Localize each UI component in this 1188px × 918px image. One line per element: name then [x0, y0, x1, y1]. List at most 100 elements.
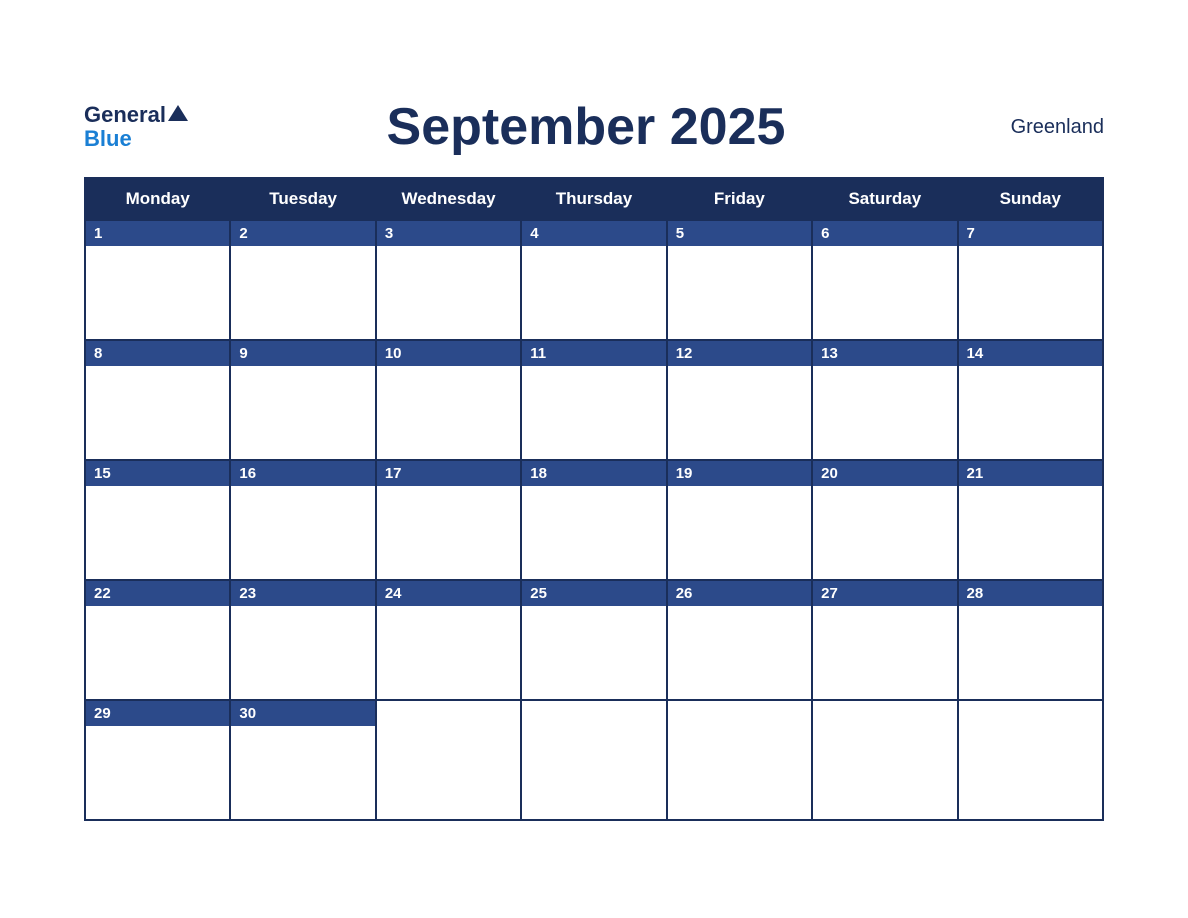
date-number: 1 — [86, 221, 229, 246]
calendar-cell[interactable]: 25 — [521, 580, 666, 700]
calendar-cell[interactable]: 1 — [85, 220, 230, 340]
calendar-cell[interactable]: 10 — [376, 340, 521, 460]
date-content — [959, 366, 1102, 456]
calendar-cell[interactable]: 9 — [230, 340, 375, 460]
date-content — [668, 366, 811, 456]
date-content — [668, 246, 811, 336]
calendar-cell[interactable]: 14 — [958, 340, 1103, 460]
date-number: 12 — [668, 341, 811, 366]
date-content — [959, 606, 1102, 696]
date-number: 28 — [959, 581, 1102, 606]
date-number: 11 — [522, 341, 665, 366]
date-content — [231, 726, 374, 816]
calendar-cell[interactable]: 27 — [812, 580, 957, 700]
page-title: September 2025 — [188, 97, 984, 157]
date-content — [668, 486, 811, 576]
date-number: 5 — [668, 221, 811, 246]
date-number: 19 — [668, 461, 811, 486]
header-monday: Monday — [85, 178, 230, 220]
page-header: General Blue September 2025 Greenland — [84, 97, 1104, 157]
calendar-cell[interactable]: 15 — [85, 460, 230, 580]
date-content — [377, 366, 520, 456]
calendar-cell[interactable]: 20 — [812, 460, 957, 580]
date-number: 14 — [959, 341, 1102, 366]
date-number: 10 — [377, 341, 520, 366]
date-number: 20 — [813, 461, 956, 486]
calendar-cell[interactable]: 0 — [376, 700, 521, 820]
date-content — [86, 726, 229, 816]
date-number: 4 — [522, 221, 665, 246]
date-number: 25 — [522, 581, 665, 606]
calendar-cell[interactable]: 13 — [812, 340, 957, 460]
date-number: 8 — [86, 341, 229, 366]
date-content — [813, 486, 956, 576]
date-number: 21 — [959, 461, 1102, 486]
week-row-5: 29 30 00000 — [85, 700, 1103, 820]
date-number: 6 — [813, 221, 956, 246]
header-wednesday: Wednesday — [376, 178, 521, 220]
date-content — [377, 246, 520, 336]
calendar-cell[interactable]: 4 — [521, 220, 666, 340]
logo-blue-text: Blue — [84, 127, 132, 151]
logo-triangle-icon — [168, 105, 188, 121]
date-content — [668, 606, 811, 696]
date-number: 24 — [377, 581, 520, 606]
date-content — [522, 606, 665, 696]
calendar-cell[interactable]: 16 — [230, 460, 375, 580]
header-saturday: Saturday — [812, 178, 957, 220]
week-row-2: 8 9 10 11 12 13 14 — [85, 340, 1103, 460]
date-number: 18 — [522, 461, 665, 486]
date-content — [231, 366, 374, 456]
weekday-header-row: Monday Tuesday Wednesday Thursday Friday… — [85, 178, 1103, 220]
logo: General Blue — [84, 103, 188, 151]
date-number: 27 — [813, 581, 956, 606]
week-row-4: 22 23 24 25 26 27 28 — [85, 580, 1103, 700]
date-content — [86, 366, 229, 456]
date-number: 15 — [86, 461, 229, 486]
calendar-cell[interactable]: 18 — [521, 460, 666, 580]
date-content — [231, 606, 374, 696]
date-number: 30 — [231, 701, 374, 726]
date-number: 2 — [231, 221, 374, 246]
calendar-table: Monday Tuesday Wednesday Thursday Friday… — [84, 177, 1104, 821]
week-row-1: 1 2 3 4 5 6 7 — [85, 220, 1103, 340]
calendar-cell[interactable]: 19 — [667, 460, 812, 580]
week-row-3: 15 16 17 18 19 20 21 — [85, 460, 1103, 580]
calendar-cell[interactable]: 5 — [667, 220, 812, 340]
country-label: Greenland — [984, 116, 1104, 139]
calendar-cell[interactable]: 26 — [667, 580, 812, 700]
date-content — [522, 486, 665, 576]
date-content — [231, 486, 374, 576]
date-content — [86, 486, 229, 576]
calendar-cell[interactable]: 22 — [85, 580, 230, 700]
calendar-cell[interactable]: 0 — [958, 700, 1103, 820]
calendar-cell[interactable]: 8 — [85, 340, 230, 460]
date-number: 13 — [813, 341, 956, 366]
calendar-cell[interactable]: 11 — [521, 340, 666, 460]
header-sunday: Sunday — [958, 178, 1103, 220]
calendar-cell[interactable]: 21 — [958, 460, 1103, 580]
calendar-cell[interactable]: 28 — [958, 580, 1103, 700]
calendar-cell[interactable]: 0 — [667, 700, 812, 820]
date-number: 22 — [86, 581, 229, 606]
calendar-cell[interactable]: 29 — [85, 700, 230, 820]
calendar-cell[interactable]: 2 — [230, 220, 375, 340]
calendar-cell[interactable]: 12 — [667, 340, 812, 460]
header-tuesday: Tuesday — [230, 178, 375, 220]
date-content — [959, 486, 1102, 576]
calendar-page: General Blue September 2025 Greenland Mo… — [44, 67, 1144, 851]
calendar-cell[interactable]: 24 — [376, 580, 521, 700]
calendar-cell[interactable]: 3 — [376, 220, 521, 340]
calendar-cell[interactable]: 0 — [812, 700, 957, 820]
date-content — [86, 606, 229, 696]
calendar-cell[interactable]: 7 — [958, 220, 1103, 340]
date-content — [522, 366, 665, 456]
calendar-cell[interactable]: 6 — [812, 220, 957, 340]
calendar-cell[interactable]: 17 — [376, 460, 521, 580]
calendar-cell[interactable]: 30 — [230, 700, 375, 820]
calendar-cell[interactable]: 23 — [230, 580, 375, 700]
date-content — [813, 366, 956, 456]
date-number: 23 — [231, 581, 374, 606]
date-content — [377, 486, 520, 576]
calendar-cell[interactable]: 0 — [521, 700, 666, 820]
